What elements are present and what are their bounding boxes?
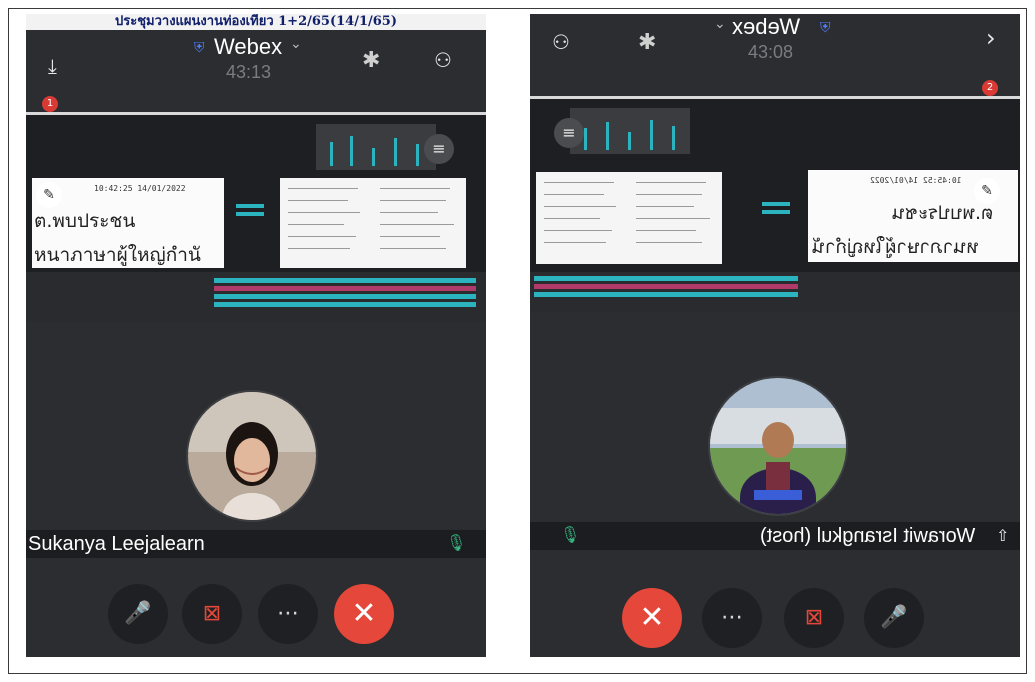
meeting-timer: 43:13 [226,62,272,82]
hamburger-menu-icon[interactable]: ≡ [554,118,584,148]
track-magenta [214,286,476,291]
shield-icon: ⛨ [194,40,205,56]
screen-top-line [26,112,486,115]
mixer-bar [330,142,333,166]
mixer-bar [628,132,631,150]
document-thumbnail [536,172,722,264]
hamburger-menu-icon[interactable]: ≡ [424,134,454,164]
scene-strip [762,202,790,206]
video-off-icon: ⊠ [804,605,824,630]
mixer-bar [672,126,675,150]
stop-video-button[interactable]: ⊠ [182,584,242,644]
close-icon: ✕ [639,600,665,635]
bluetooth-icon[interactable]: ✱ [362,48,380,73]
left-webex-window: ประชุมวางแผนงานท่องเที่ยว 1+2/65(14/1/65… [26,14,486,657]
slide-text-line-2: หนาภาษาผู้ใหญ่กำนั [34,244,201,266]
meeting-timer: 43:08 [748,42,794,62]
left-topbar: ⤓ ⛨ Webex ⌄ 43:13 ✱ ⚇ [26,30,486,100]
more-icon: ⋯ [277,601,299,626]
mute-audio-button[interactable]: 🎤 [864,588,924,648]
timeline-panel [530,272,1020,312]
track-cyan [214,278,476,283]
app-title[interactable]: Webex [732,14,800,40]
track-cyan [214,302,476,307]
more-options-button[interactable]: ⋯ [702,588,762,648]
track-cyan [534,292,798,297]
participant-name: Worawit Israngkul (host) [760,525,976,547]
scene-strip [236,204,264,208]
meeting-banner: ประชุมวางแผนงานท่องเที่ยว 1+2/65(14/1/65… [26,14,486,30]
document-thumbnail [280,178,466,268]
bluetooth-icon[interactable]: ✱ [638,30,656,55]
track-magenta [534,284,798,289]
right-webex-window: ⚇ ✱ ⌄ Webex ⛨ 43:08 › 2 ≡ 10:45:52 14/01… [530,14,1020,657]
mixer-bar [394,138,397,166]
notification-badge: 2 [982,80,998,96]
shared-screen[interactable]: ≡ 10:45:52 14/01/2022 ต.พบประชน หนาภาษาผ… [530,96,1020,312]
mixer-bar [650,120,653,150]
app-title[interactable]: Webex [214,34,282,60]
scene-strip [236,212,264,216]
annotate-pen-icon[interactable]: ✎ [974,178,1000,204]
stop-video-button[interactable]: ⊠ [784,588,844,648]
timeline-panel [26,272,486,322]
mixer-bar [606,122,609,150]
slide-text-line-2: หนาภาษาผู้ใหญ่กำนั [812,236,979,258]
share-icon[interactable]: ⇧ [996,522,1009,550]
notification-badge: 1 [42,96,58,112]
participant-name-bar: 🎙 Worawit Israngkul (host) ⇧ [530,522,1020,550]
mic-active-icon: 🎙 [560,527,581,544]
mixer-bar [584,128,587,150]
track-cyan [214,294,476,299]
video-off-icon: ⊠ [202,601,222,626]
close-icon: ✕ [351,596,377,631]
audio-mixer-panel [316,124,436,170]
participants-icon[interactable]: ⚇ [434,48,452,72]
mixer-bar [372,148,375,166]
mic-active-icon: 🎙 [446,535,467,552]
shield-icon: ⛨ [820,20,831,36]
mute-audio-button[interactable]: 🎤 [108,584,168,644]
slide-text-line-1: ต.พบประชน [892,202,994,224]
slide-timestamp: 10:42:25 14/01/2022 [94,184,186,193]
right-topbar: ⚇ ✱ ⌄ Webex ⛨ 43:08 › [530,14,1020,84]
participant-avatar [708,376,848,516]
chevron-down-icon[interactable]: ⌄ [714,16,726,32]
mic-off-icon: 🎤 [880,605,908,630]
participants-icon[interactable]: ⚇ [552,30,570,54]
shared-screen[interactable]: ≡ 10:42:25 14/01/2022 ต.พบประชน หนาภาษาผ… [26,112,486,322]
scene-strip [762,210,790,214]
minimize-call-icon[interactable]: ⤓ [48,54,57,78]
audio-mixer-panel [570,108,690,154]
more-icon: ⋯ [721,605,743,630]
participant-avatar [186,390,318,522]
mixer-bar [350,136,353,166]
participant-name: Sukanya Leejalearn [28,533,205,555]
participant-name-bar: Sukanya Leejalearn 🎙 [26,530,486,558]
chevron-right-icon[interactable]: › [986,24,996,52]
annotate-pen-icon[interactable]: ✎ [36,182,62,208]
screen-top-line [530,96,1020,99]
mixer-bar [416,144,419,166]
leave-meeting-button[interactable]: ✕ [334,584,394,644]
chevron-down-icon[interactable]: ⌄ [290,36,302,52]
slide-timestamp: 10:45:52 14/01/2022 [870,176,962,185]
mic-off-icon: 🎤 [124,601,152,626]
more-options-button[interactable]: ⋯ [258,584,318,644]
slide-text-line-1: ต.พบประชน [34,210,136,232]
leave-meeting-button[interactable]: ✕ [622,588,682,648]
track-cyan [534,276,798,281]
